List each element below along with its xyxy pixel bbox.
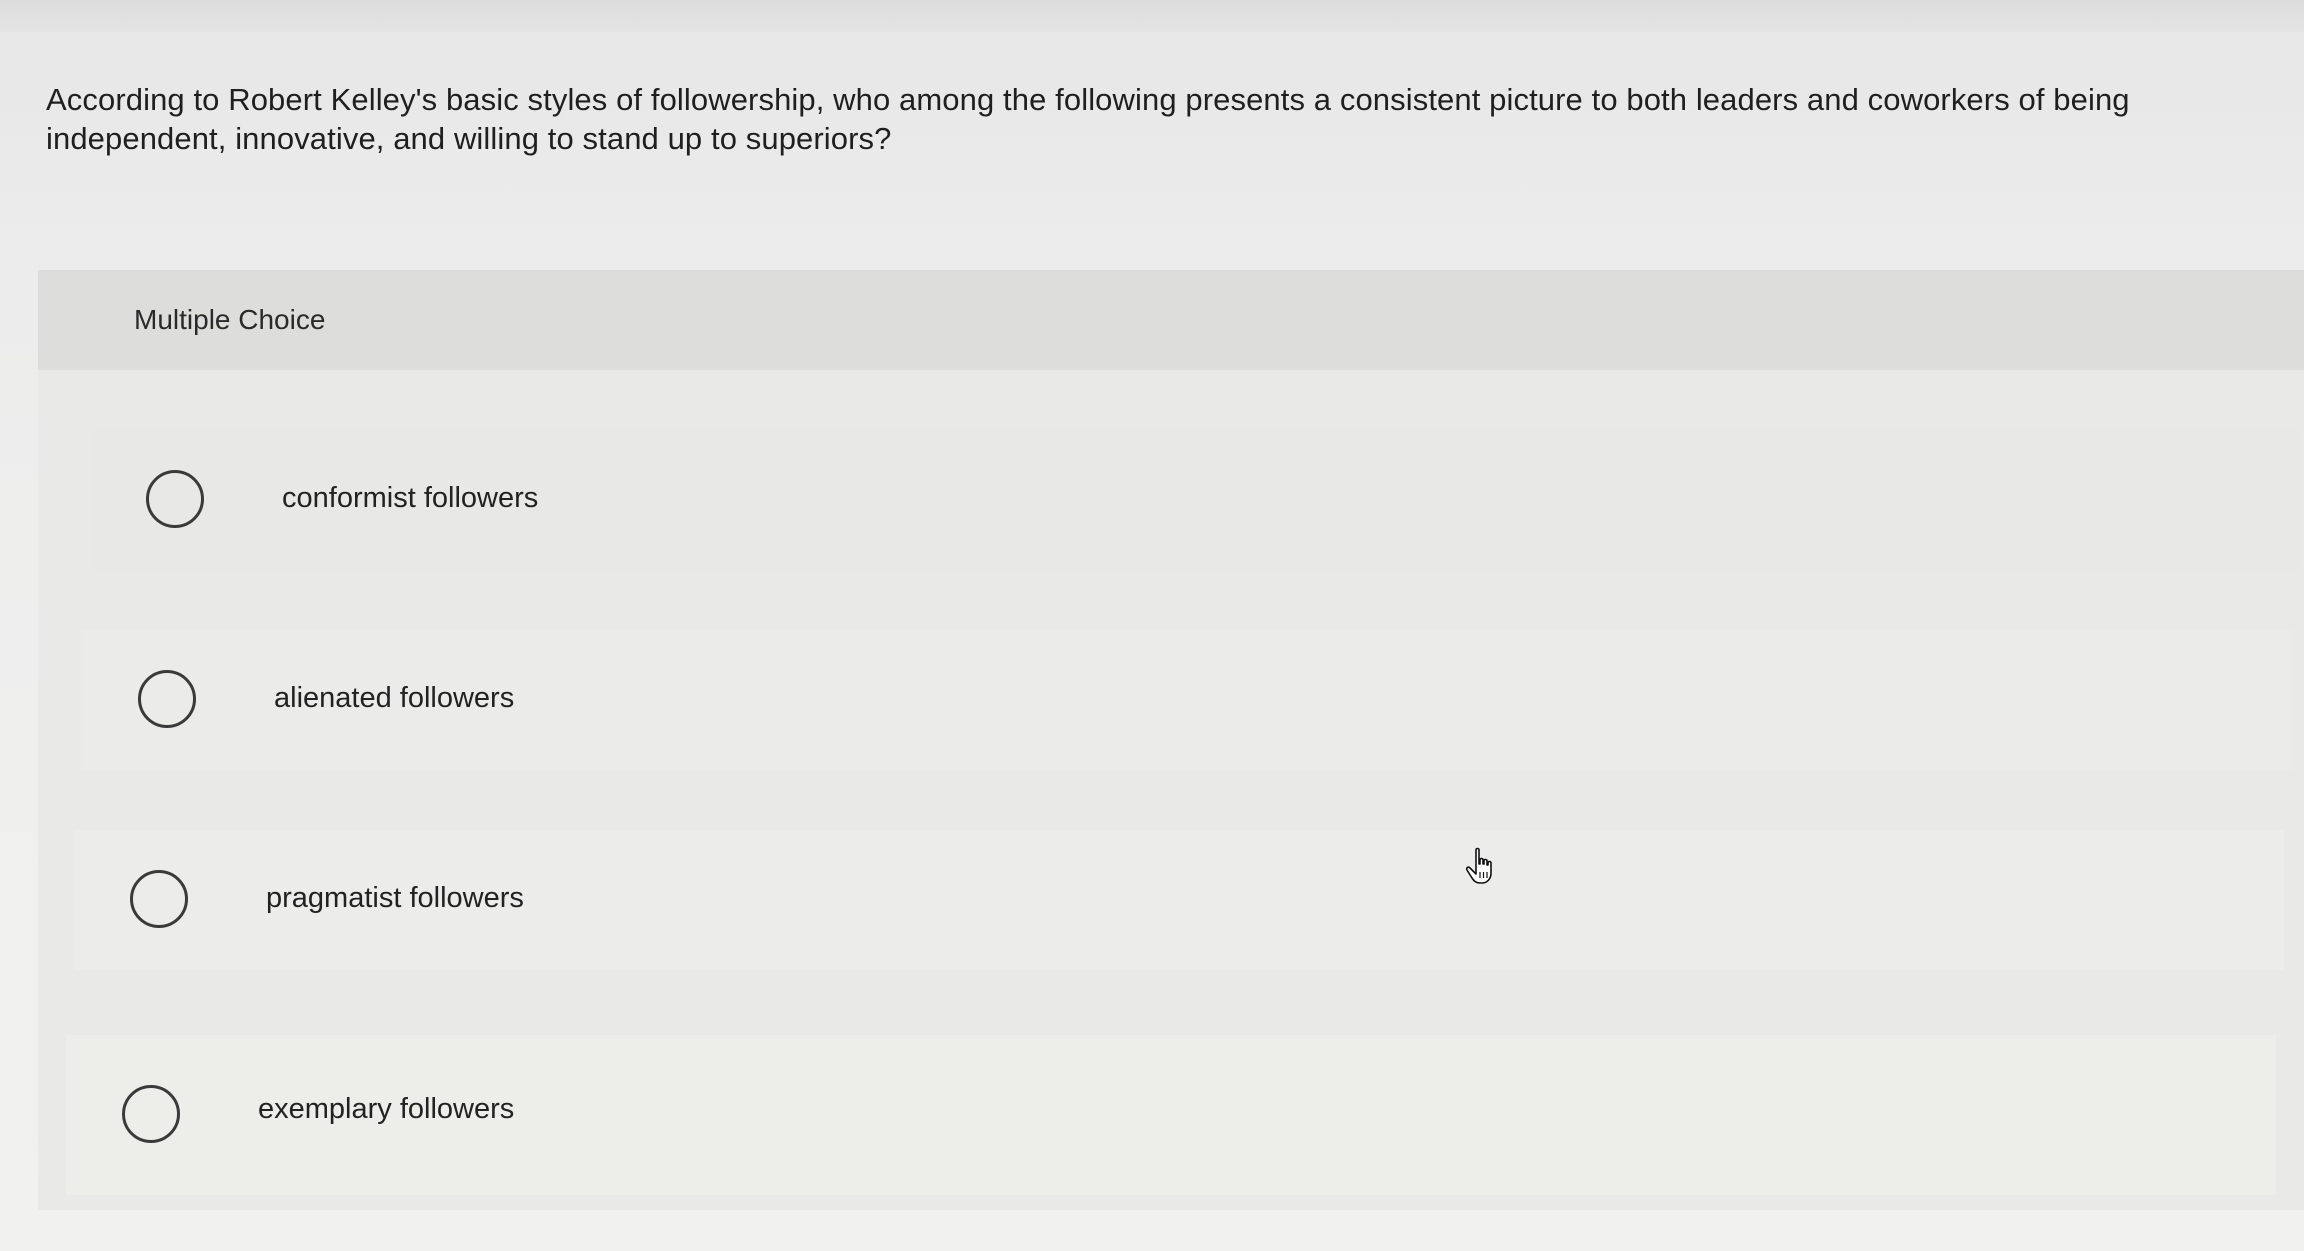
answer-option-exemplary[interactable]: exemplary followers [66,1035,2276,1195]
question-text: According to Robert Kelley's basic style… [46,82,2130,156]
answer-option-alienated[interactable]: alienated followers [82,630,2292,770]
answer-option-pragmatist[interactable]: pragmatist followers [74,830,2284,970]
hand-pointer-icon [1465,847,1492,884]
answer-option-label[interactable]: conformist followers [282,482,538,515]
radio-button[interactable] [122,1085,180,1143]
radio-button[interactable] [130,870,188,928]
radio-button[interactable] [138,670,196,728]
answer-option-conformist[interactable]: conformist followers [90,430,2300,570]
answer-option-label[interactable]: exemplary followers [258,1093,514,1126]
answer-option-label[interactable]: pragmatist followers [266,882,524,915]
multiple-choice-header: Multiple Choice [38,270,2304,370]
answer-option-label[interactable]: alienated followers [274,682,514,715]
top-edge [0,0,2304,32]
radio-button[interactable] [146,470,204,528]
multiple-choice-label: Multiple Choice [134,304,326,335]
